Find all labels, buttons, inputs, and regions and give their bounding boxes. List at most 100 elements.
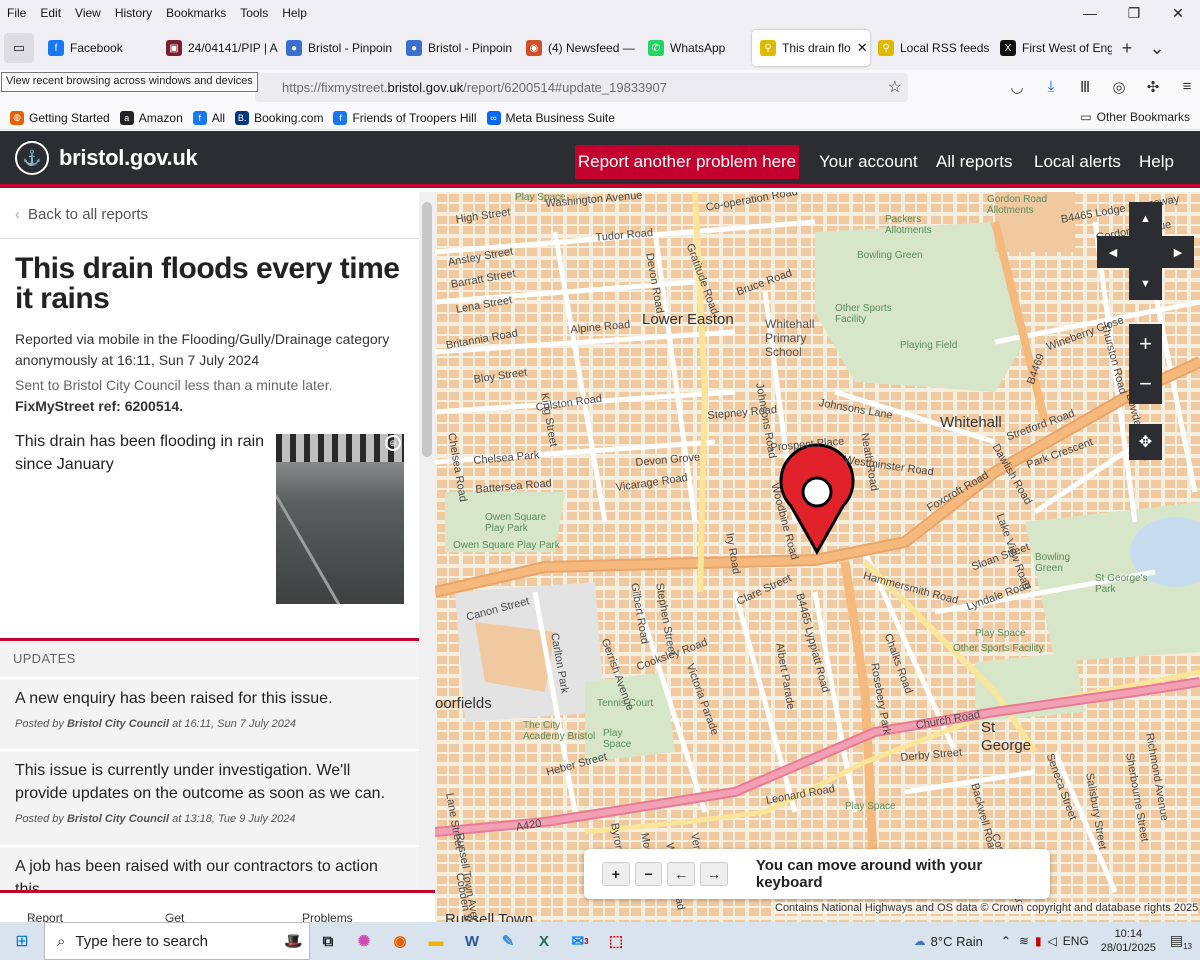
thunderbird-icon[interactable]: ✉ 3 <box>562 926 598 956</box>
menu-bookmarks[interactable]: Bookmarks <box>159 6 233 20</box>
tab-5[interactable]: ✆ WhatsApp <box>640 30 752 66</box>
report-photo[interactable] <box>276 434 404 604</box>
map-label-other-sports: Other Sports Facility <box>835 303 892 325</box>
tab-favicon-icon: ◉ <box>526 40 542 56</box>
scrollbar-thumb[interactable] <box>422 202 432 457</box>
tab-6[interactable]: ⚲ This drain flo ✕ <box>752 30 870 66</box>
tab-label: Local RSS feeds <box>900 41 990 55</box>
tab-8[interactable]: X First West of Eng <box>992 30 1112 66</box>
bookmark-item[interactable]: B. Booking.com <box>235 110 324 125</box>
other-bookmarks[interactable]: ▭ Other Bookmarks <box>1080 110 1190 124</box>
search-highlight-icon: 🎩 <box>284 933 303 950</box>
account-icon[interactable]: ◎ <box>1102 78 1136 96</box>
site-logo[interactable]: ⚓ bristol.gov.uk <box>15 141 198 175</box>
pan-left-button[interactable]: ◀ <box>1097 236 1129 268</box>
menu-view[interactable]: View <box>68 6 108 20</box>
tab-label: WhatsApp <box>670 41 726 55</box>
report-meta: Reported via mobile in the Flooding/Gull… <box>15 331 390 368</box>
acrobat-icon[interactable]: ⬚ <box>598 926 634 956</box>
nav-all-reports[interactable]: All reports <box>936 152 1013 172</box>
pan-down-button[interactable]: ▼ <box>1129 268 1162 300</box>
tab-7[interactable]: ⚲ Local RSS feeds <box>870 30 992 66</box>
scrollbar[interactable] <box>419 192 435 922</box>
firefox-taskbar-icon[interactable]: ◉ <box>382 926 418 956</box>
weather-icon[interactable]: ☁ <box>914 934 926 948</box>
chevron-up-icon[interactable]: ⌃ <box>1001 934 1011 948</box>
battery-icon[interactable]: ▮ <box>1035 934 1042 948</box>
tab-2[interactable]: ● Bristol - Pinpoin <box>278 30 398 66</box>
menu-help[interactable]: Help <box>275 6 314 20</box>
map-label-owen-square-play: Owen Square Play Park <box>453 540 560 551</box>
bookmark-label: Booking.com <box>254 110 324 125</box>
clock-time: 10:14 <box>1114 928 1143 940</box>
map-label-bowling-green: Bowling Green <box>857 250 923 261</box>
file-explorer-icon[interactable]: ▬ <box>418 926 454 956</box>
library-icon[interactable]: Ⅲ <box>1068 78 1102 96</box>
tab-1[interactable]: ▣ 24/04141/PIP | A <box>158 30 278 66</box>
bookmarks-bar: ◍ Getting Started a Amazon f All B. Booking.com… <box>0 106 1200 130</box>
zoom-photo-icon[interactable]: ⊕ <box>385 435 401 451</box>
menu-tools[interactable]: Tools <box>233 6 275 20</box>
report-problem-button[interactable]: Report another problem here <box>575 145 799 179</box>
map[interactable]: Lower Easton Whitehall oorfields St Geor… <box>435 192 1200 922</box>
site-name: bristol.gov.uk <box>59 145 198 170</box>
taskbar-search[interactable]: ⌕ Type here to search 🎩 <box>44 922 310 960</box>
extensions-icon[interactable]: ✣ <box>1136 78 1170 96</box>
search-placeholder: Type here to search <box>75 932 208 950</box>
volume-icon[interactable]: ◁ <box>1048 934 1057 948</box>
tab-4[interactable]: ◉ (4) Newsfeed — <box>518 30 640 66</box>
menu-history[interactable]: History <box>108 6 159 20</box>
url-bar[interactable]: https://fixmystreet. bristol.gov.uk/repor… <box>255 73 908 102</box>
bookmark-item[interactable]: f Friends of Troopers Hill <box>333 110 477 125</box>
pan-up-button[interactable]: ▲ <box>1129 202 1162 236</box>
task-view-icon[interactable]: ⧉ <box>310 926 346 956</box>
nav-help[interactable]: Help <box>1139 152 1174 172</box>
update-posted: Posted by Bristol City Council at 13:18,… <box>15 813 404 825</box>
bookmark-item[interactable]: f All <box>192 110 225 125</box>
key-minus-icon: − <box>634 862 663 886</box>
notifications-icon[interactable]: ▤13 <box>1170 932 1192 951</box>
app-menu-icon[interactable]: ≡ <box>1170 78 1200 96</box>
firefox-view-button[interactable]: ▭ <box>4 33 34 63</box>
map-label-whitehall: Whitehall <box>940 414 1002 431</box>
menu-file[interactable]: File <box>0 6 33 20</box>
word-icon[interactable]: W <box>454 926 490 956</box>
download-icon[interactable]: ⤓ <box>1034 78 1068 96</box>
zoom-out-button[interactable]: − <box>1129 364 1162 404</box>
pan-center <box>1129 236 1162 268</box>
nav-your-account[interactable]: Your account <box>819 152 918 172</box>
close-icon[interactable]: ✕ <box>1156 0 1200 26</box>
tab-0[interactable]: f Facebook <box>40 30 158 66</box>
tab-list-icon[interactable]: ⌄ <box>1142 38 1172 59</box>
windows-start-icon[interactable]: ⊞ <box>0 931 44 951</box>
minimize-icon[interactable]: — <box>1068 0 1112 26</box>
back-link[interactable]: ‹ Back to all reports <box>15 206 148 223</box>
map-label-russell-town: Russell Town <box>445 911 534 922</box>
paint-icon[interactable]: ✎ <box>490 926 526 956</box>
menu-edit[interactable]: Edit <box>33 6 68 20</box>
divider <box>0 238 419 239</box>
map-layer-button[interactable]: ✥ <box>1129 424 1162 460</box>
update-item: A new enquiry has been raised for this i… <box>0 677 419 749</box>
bookmark-favicon-icon: ∞ <box>486 110 501 125</box>
updates-header: UPDATES <box>0 641 419 677</box>
excel-icon[interactable]: X <box>526 926 562 956</box>
bookmark-star-icon[interactable]: ☆ <box>888 77 902 97</box>
restore-icon[interactable]: ❐ <box>1112 0 1156 26</box>
language-indicator[interactable]: ENG <box>1063 934 1089 948</box>
council-crest-icon: ⚓ <box>15 141 49 175</box>
pocket-icon[interactable]: ◡ <box>1000 78 1034 96</box>
tab-3[interactable]: ● Bristol - Pinpoin <box>398 30 518 66</box>
wifi-icon[interactable]: ≋ <box>1019 934 1029 948</box>
tab-close-icon[interactable]: ✕ <box>857 40 868 56</box>
bookmark-item[interactable]: ∞ Meta Business Suite <box>486 110 615 125</box>
bookmark-item[interactable]: a Amazon <box>119 110 183 125</box>
clock[interactable]: 10:14 28/01/2025 <box>1101 927 1156 955</box>
bookmark-item[interactable]: ◍ Getting Started <box>10 110 110 125</box>
nav-local-alerts[interactable]: Local alerts <box>1034 152 1121 172</box>
copilot-icon[interactable]: ✺ <box>346 926 382 956</box>
weather-text[interactable]: 8°C Rain <box>931 934 983 949</box>
zoom-in-button[interactable]: + <box>1129 324 1162 364</box>
pan-right-button[interactable]: ▶ <box>1162 236 1194 268</box>
new-tab-icon[interactable]: + <box>1112 38 1142 59</box>
